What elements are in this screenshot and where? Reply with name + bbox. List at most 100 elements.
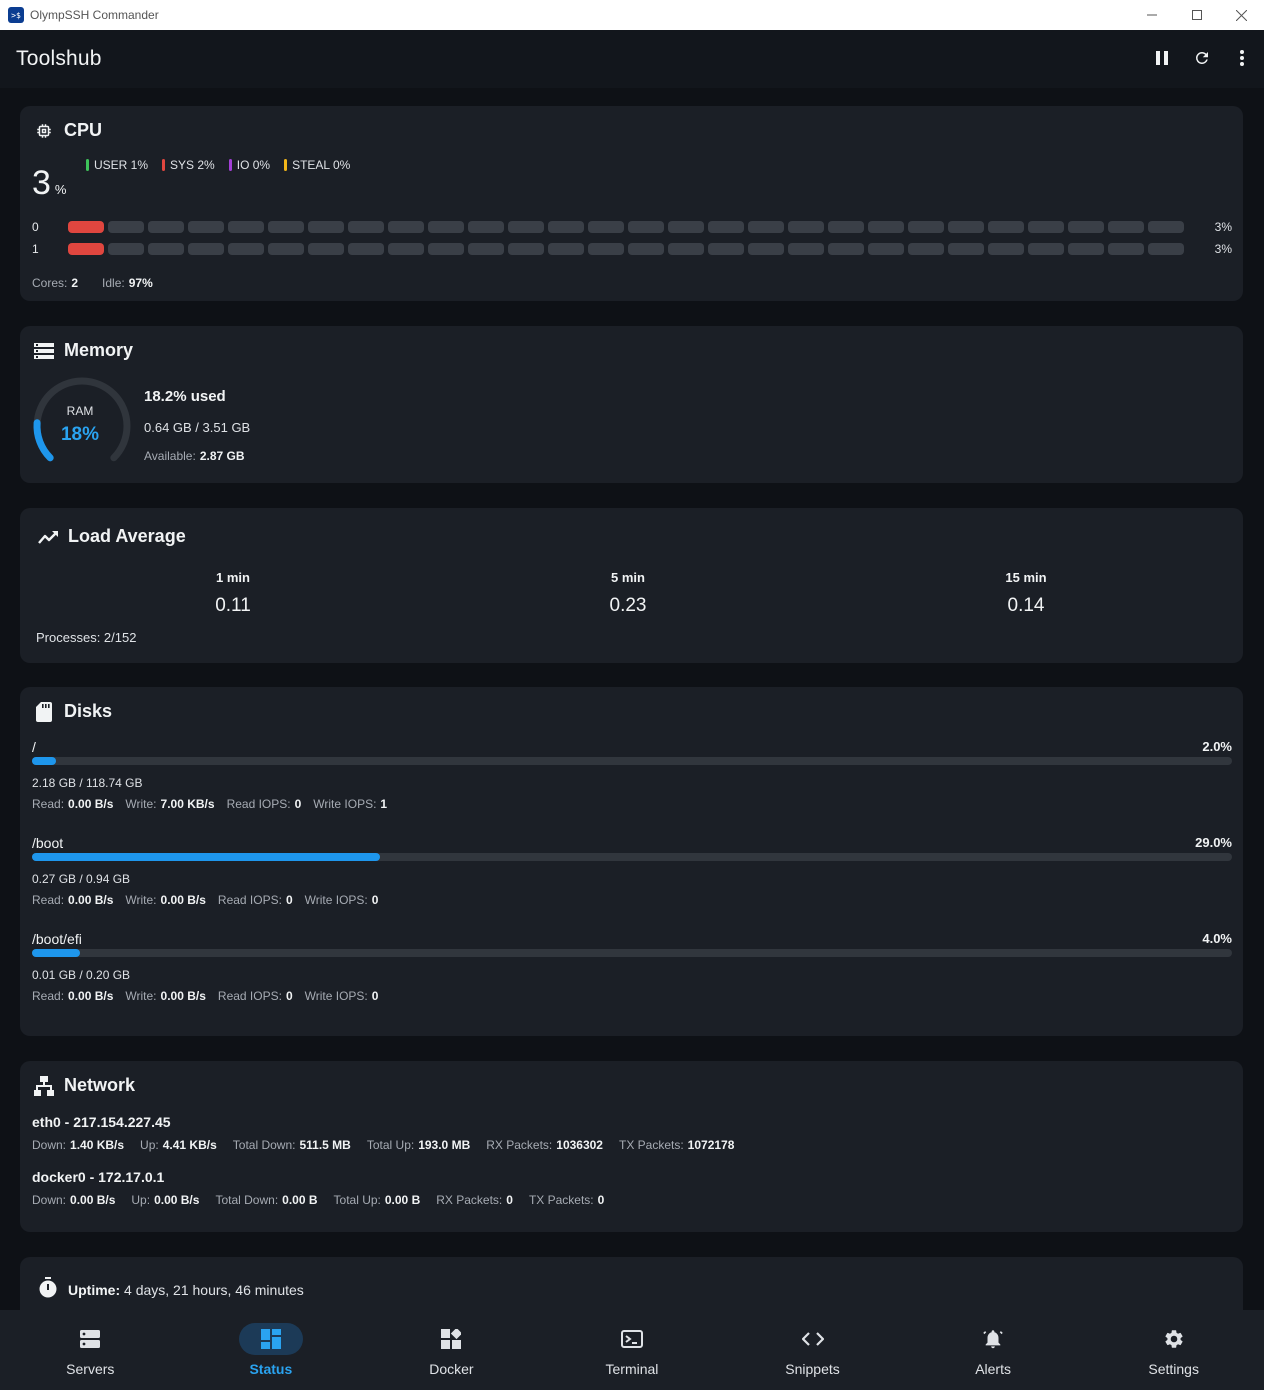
network-tree-icon — [34, 1075, 54, 1096]
cores-count: Cores: 2 — [32, 276, 79, 290]
terminal-icon — [600, 1323, 664, 1355]
memory-size: 0.64 GB / 3.51 GB — [144, 420, 251, 435]
core-segment — [228, 243, 264, 255]
uptime-card: Uptime: 4 days, 21 hours, 46 minutes — [20, 1257, 1243, 1310]
core-segment — [508, 221, 544, 233]
core-segment — [1028, 243, 1064, 255]
core-segment — [348, 243, 384, 255]
app-header: Toolshub — [0, 30, 1264, 88]
core-load-bar — [68, 243, 1184, 255]
core-segment — [588, 243, 624, 255]
sd-card-icon — [34, 701, 54, 722]
core-segment — [1148, 221, 1184, 233]
core-segment — [308, 243, 344, 255]
core-id: 0 — [32, 220, 39, 234]
core-segment — [548, 221, 584, 233]
servers-icon — [58, 1323, 122, 1355]
load-title: Load Average — [68, 526, 186, 546]
core-segment — [1108, 221, 1144, 233]
disk-mount: /boot — [32, 835, 64, 851]
core-segment — [428, 221, 464, 233]
memory-card: Memory RAM 18% 18.2% used 0.64 GB / 3.51… — [20, 326, 1243, 483]
bottom-navigation: Servers Status Docker Terminal Snippets … — [0, 1310, 1264, 1390]
core-segment — [468, 243, 504, 255]
window-title: OlympSSH Commander — [30, 8, 159, 22]
core-segment — [868, 243, 904, 255]
interface-stats: Down: 1.40 KB/s Up: 4.41 KB/s Total Down: 5… — [32, 1138, 735, 1152]
load-5min: 5 min 0.23 — [609, 570, 647, 616]
network-title: Network — [64, 1075, 136, 1095]
core-segment — [828, 221, 864, 233]
uptime-text: Uptime: 4 days, 21 hours, 46 minutes — [68, 1281, 304, 1298]
minimize-icon[interactable] — [1129, 0, 1174, 30]
disk-item: /boot/efi 4.0% 0.01 GB / 0.20 GB Read: 0.… — [32, 931, 1232, 1003]
core-segment — [308, 221, 344, 233]
cpu-legend: USER 1% SYS 2% IO 0% STEAL 0% — [86, 158, 350, 172]
disk-usage-bar — [32, 757, 1232, 765]
disk-mount: /boot/efi — [32, 931, 82, 947]
core-segment — [348, 221, 384, 233]
core-segment — [228, 221, 264, 233]
refresh-icon[interactable] — [1188, 44, 1216, 72]
cpu-core-row: 1 3% — [32, 242, 1232, 256]
load-15min: 15 min 0.14 — [1005, 570, 1047, 616]
core-segment — [108, 243, 144, 255]
core-segment — [268, 221, 304, 233]
legend-io: IO 0% — [228, 158, 270, 172]
core-segment — [788, 243, 824, 255]
core-segment — [188, 243, 224, 255]
more-vert-icon[interactable] — [1228, 44, 1256, 72]
cpu-core-row: 0 3% — [32, 220, 1232, 234]
core-segment — [908, 221, 944, 233]
trending-up-icon — [38, 527, 58, 547]
core-segment — [388, 243, 424, 255]
disks-card: Disks / 2.0% 2.18 GB / 118.74 GB Read: 0.… — [20, 687, 1243, 1036]
legend-steal: STEAL 0% — [284, 158, 350, 172]
nav-terminal[interactable]: Terminal — [542, 1310, 723, 1390]
core-segment — [1108, 243, 1144, 255]
core-value: 3% — [1214, 242, 1232, 256]
disk-usage-bar — [32, 853, 1232, 861]
nav-servers[interactable]: Servers — [0, 1310, 181, 1390]
nav-status[interactable]: Status — [181, 1310, 362, 1390]
network-card: Network eth0 - 217.154.227.45 Down: 1.40 … — [20, 1061, 1243, 1232]
disk-item: /boot 29.0% 0.27 GB / 0.94 GB Read: 0.00 … — [32, 835, 1232, 907]
core-segment — [668, 221, 704, 233]
core-segment — [468, 221, 504, 233]
core-segment-active — [68, 243, 104, 255]
nav-snippets[interactable]: Snippets — [722, 1310, 903, 1390]
maximize-icon[interactable] — [1174, 0, 1219, 30]
core-segment — [508, 243, 544, 255]
load-card: Load Average 1 min 0.11 5 min 0.23 15 mi… — [20, 508, 1243, 663]
disks-title: Disks — [64, 701, 113, 721]
network-interface: eth0 - 217.154.227.45 Down: 1.40 KB/s Up:… — [32, 1114, 1232, 1152]
core-segment — [748, 221, 784, 233]
disk-percent: 4.0% — [1202, 931, 1232, 946]
cpu-card: CPU USER 1% SYS 2% IO 0% STEAL 0% 3% 0 3… — [20, 106, 1243, 301]
nav-docker[interactable]: Docker — [361, 1310, 542, 1390]
close-icon[interactable] — [1219, 0, 1264, 30]
nav-settings[interactable]: Settings — [1083, 1310, 1264, 1390]
core-segment — [708, 221, 744, 233]
core-segment — [148, 221, 184, 233]
interface-name: docker0 - 172.17.0.1 — [32, 1169, 165, 1185]
core-segment — [148, 243, 184, 255]
core-segment — [988, 221, 1024, 233]
core-segment — [108, 221, 144, 233]
cpu-chip-icon — [34, 121, 54, 141]
status-content[interactable]: CPU USER 1% SYS 2% IO 0% STEAL 0% 3% 0 3… — [0, 88, 1264, 1310]
process-count: Processes: 2/152 — [36, 630, 137, 645]
core-segment — [948, 221, 984, 233]
idle-percent: Idle: 97% — [102, 276, 153, 290]
docker-icon — [419, 1323, 483, 1355]
core-segment — [788, 221, 824, 233]
core-segment — [708, 243, 744, 255]
core-segment — [268, 243, 304, 255]
core-segment — [1068, 221, 1104, 233]
stopwatch-icon — [38, 1277, 58, 1302]
core-segment — [1148, 243, 1184, 255]
disk-percent: 2.0% — [1202, 739, 1232, 754]
cpu-title: CPU — [64, 120, 103, 140]
pause-icon[interactable] — [1148, 44, 1176, 72]
nav-alerts[interactable]: Alerts — [903, 1310, 1084, 1390]
